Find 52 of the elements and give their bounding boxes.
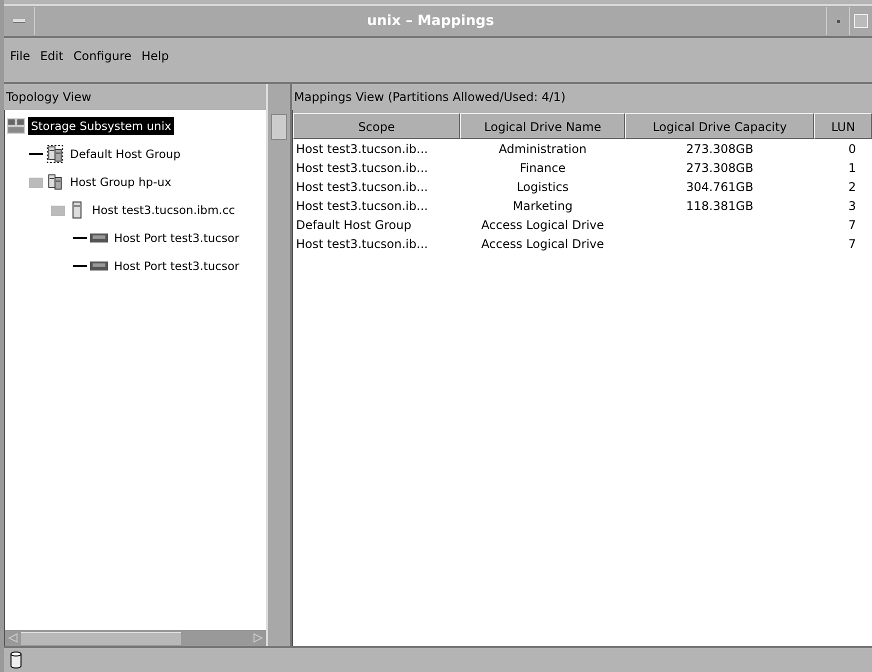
server-group-icon — [46, 173, 64, 191]
tree-connector — [73, 237, 87, 239]
column-header[interactable]: LUN — [814, 113, 872, 139]
tree-item[interactable]: Default Host Group — [67, 145, 184, 163]
column-header[interactable]: Logical Drive Name — [460, 113, 626, 139]
table-cell: 2 — [848, 180, 856, 194]
cylinder-icon — [10, 651, 22, 669]
menu-item[interactable]: File — [10, 49, 30, 71]
collapse-toggle[interactable] — [29, 176, 43, 188]
menu-item[interactable]: Configure — [73, 49, 132, 71]
horizontal-scrollbar[interactable] — [4, 630, 266, 646]
table-cell: 273.308GB — [686, 142, 754, 156]
table-cell: Administration — [498, 142, 587, 156]
column-header[interactable]: Logical Drive Capacity — [625, 113, 814, 139]
scroll-right-icon[interactable] — [253, 633, 263, 643]
scroll-left-icon[interactable] — [8, 633, 18, 643]
tree-connector — [73, 265, 87, 267]
table-cell: 7 — [848, 218, 856, 232]
table-cell: 7 — [848, 236, 856, 250]
table-cell: Host test3.tucson.ib... — [296, 198, 428, 212]
table-cell: Access Logical Drive — [481, 218, 604, 232]
pane-title: Mappings View (Partitions Allowed/Used: 4/1) — [293, 89, 567, 106]
tree-item[interactable]: Host Port test3.tucsor — [111, 229, 242, 247]
table-cell: 3 — [848, 198, 856, 212]
table-cell: 118.381GB — [686, 198, 754, 212]
tree-item[interactable]: Host Group hp-ux — [67, 173, 174, 191]
tree-item[interactable]: Host test3.tucson.ibm.cc — [89, 201, 238, 219]
table-cell: 0 — [848, 142, 856, 156]
splitter-handle[interactable] — [266, 84, 292, 646]
table-cell: Host test3.tucson.ib... — [296, 160, 428, 174]
pane-title: Topology View — [5, 89, 92, 106]
table-cell: Access Logical Drive — [481, 236, 604, 250]
menu-item[interactable]: Help — [142, 49, 169, 71]
storage-icon — [7, 117, 25, 135]
table-cell: Finance — [520, 160, 566, 174]
table-cell: Host test3.tucson.ib... — [296, 142, 428, 156]
menu-item[interactable]: Edit — [40, 49, 64, 71]
table-cell: Default Host Group — [296, 218, 412, 232]
tree-connector — [29, 153, 43, 155]
window-title: unix – Mappings — [366, 13, 496, 29]
collapse-toggle[interactable] — [51, 204, 65, 216]
server-group-icon — [46, 145, 64, 163]
table-cell: Logistics — [516, 180, 569, 194]
column-header[interactable]: Scope — [293, 113, 460, 139]
tree-item[interactable]: Storage Subsystem unix — [28, 117, 174, 135]
table-cell: 304.761GB — [686, 180, 754, 194]
table-cell: Host test3.tucson.ib... — [296, 180, 428, 194]
table-cell: 1 — [848, 160, 856, 174]
tree-item[interactable]: Host Port test3.tucsor — [111, 257, 242, 275]
table-cell: Marketing — [512, 198, 573, 212]
table-cell: Host test3.tucson.ib... — [296, 236, 428, 250]
table-cell: 273.308GB — [686, 160, 754, 174]
